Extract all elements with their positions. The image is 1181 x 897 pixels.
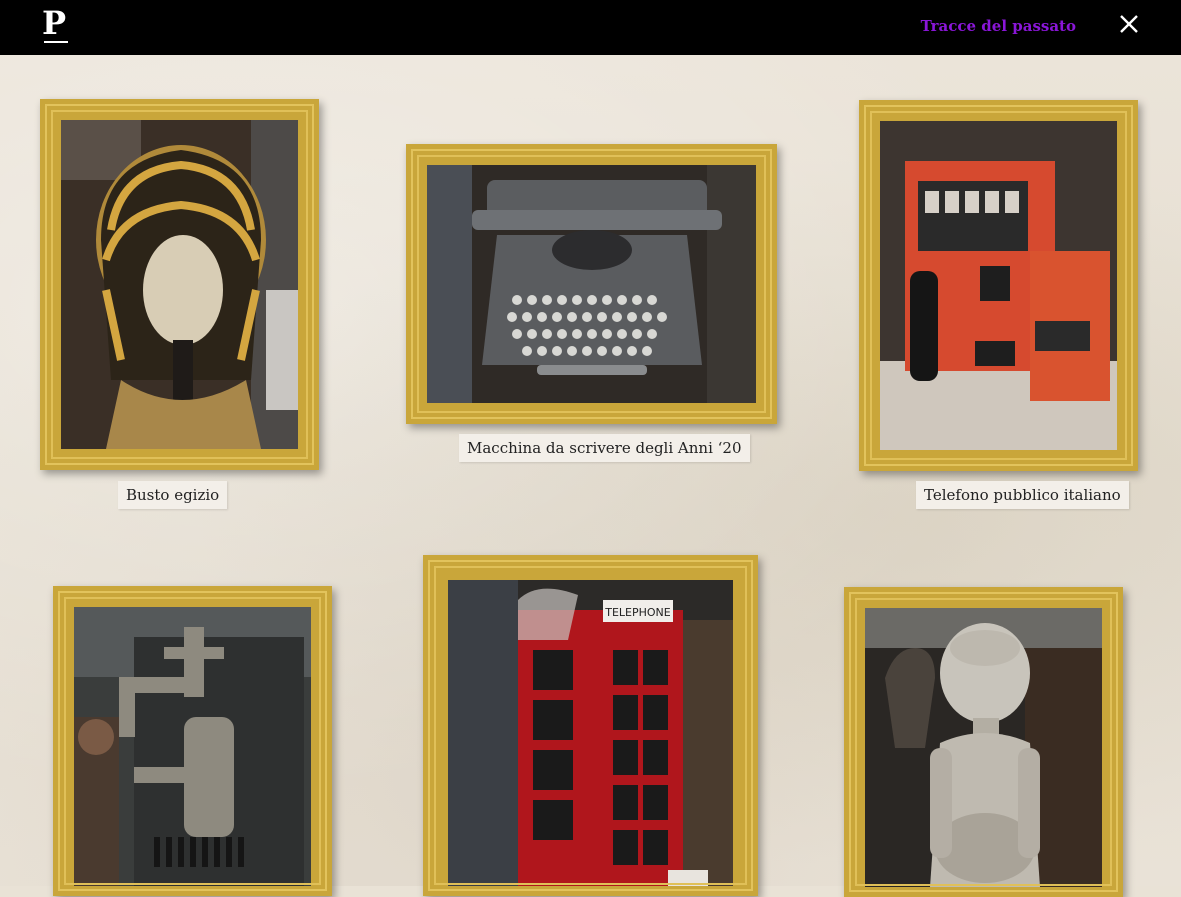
svg-text:TELEPHONE: TELEPHONE [604,606,671,619]
gallery-frame-egyptian-bust[interactable] [40,99,319,470]
photo-egyptian-bust [61,120,298,449]
close-button[interactable] [1115,10,1143,38]
section-title: Tracce del passato [920,17,1076,35]
caption-typewriter: Macchina da scrivere degli Anni ‘20 [459,434,750,462]
gallery-frame-telephone-box[interactable]: TELEPHONE [423,555,758,896]
top-bar: P Tracce del passato [0,0,1181,55]
logo[interactable]: P [42,6,72,46]
photo-wooden-statue [865,608,1102,887]
gallery-frame-typewriter[interactable] [406,144,777,424]
caption-egyptian-bust: Busto egizio [118,481,228,509]
photo-typewriter [427,165,756,403]
close-icon [1120,15,1138,33]
photo-telephone-box: TELEPHONE [448,580,733,886]
logo-underline [44,41,68,43]
gallery-frame-faucets[interactable] [53,586,332,896]
caption-payphone: Telefono pubblico italiano [916,481,1129,509]
photo-faucets [74,607,311,886]
photo-payphone [880,121,1117,450]
gallery-frame-wooden-statue[interactable] [844,587,1123,897]
gallery-frame-payphone[interactable] [859,100,1138,471]
